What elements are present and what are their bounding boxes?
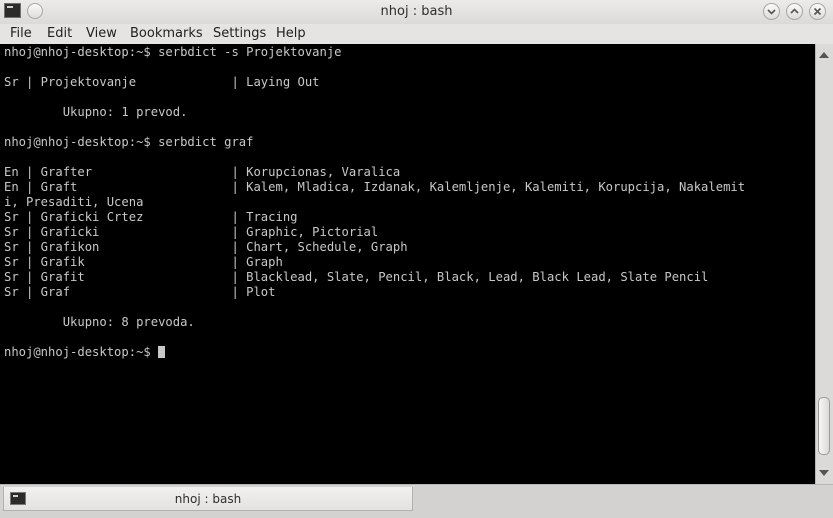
terminal-line: En | Graft | Kalem, Mladica, Izdanak, Ka… bbox=[4, 180, 746, 194]
terminal-line: Ukupno: 8 prevoda. bbox=[4, 315, 195, 329]
menu-settings[interactable]: Settings bbox=[213, 26, 266, 41]
close-icon bbox=[813, 7, 822, 16]
tab-label: nhoj : bash bbox=[174, 492, 242, 506]
menu-file[interactable]: File bbox=[10, 26, 32, 41]
terminal-line: Sr | Graf | Plot bbox=[4, 285, 276, 299]
terminal-line: Sr | Grafikon | Chart, Schedule, Graph bbox=[4, 240, 408, 254]
maximize-button[interactable] bbox=[786, 3, 803, 20]
chevron-down-icon bbox=[767, 9, 776, 15]
close-button[interactable] bbox=[809, 3, 826, 20]
menu-view[interactable]: View bbox=[86, 26, 117, 41]
menu-bookmarks[interactable]: Bookmarks bbox=[130, 26, 203, 41]
terminal-line: nhoj@nhoj-desktop:~$ serbdict graf bbox=[4, 135, 254, 149]
terminal-line: En | Grafter | Korupcionas, Varalica bbox=[4, 165, 401, 179]
terminal-line: Sr | Graficki Crtez | Tracing bbox=[4, 210, 298, 224]
tab-bar: nhoj : bash bbox=[0, 484, 833, 518]
terminal-line: nhoj@nhoj-desktop:~$ serbdict -s Projekt… bbox=[4, 45, 342, 59]
scroll-up-arrow-icon[interactable] bbox=[819, 52, 829, 58]
tab-bash[interactable]: nhoj : bash bbox=[3, 487, 413, 511]
terminal-line: Sr | Grafik | Graph bbox=[4, 255, 283, 269]
vertical-scrollbar[interactable] bbox=[815, 44, 833, 484]
chevron-up-icon bbox=[790, 8, 799, 14]
terminal-line: Sr | Projektovanje | Laying Out bbox=[4, 75, 320, 89]
menu-help[interactable]: Help bbox=[276, 26, 306, 41]
scroll-down-arrow-icon[interactable] bbox=[819, 470, 829, 476]
minimize-button[interactable] bbox=[763, 3, 780, 20]
terminal-window: nhoj : bash File Edit View Bookmarks Set… bbox=[0, 0, 833, 518]
scrollbar-thumb[interactable] bbox=[818, 397, 830, 455]
menu-bar: File Edit View Bookmarks Settings Help bbox=[0, 24, 833, 44]
terminal-line: Ukupno: 1 prevod. bbox=[4, 105, 188, 119]
terminal-line: Sr | Grafit | Blacklead, Slate, Pencil, … bbox=[4, 270, 709, 284]
menu-edit[interactable]: Edit bbox=[47, 26, 72, 41]
terminal-line: i, Presaditi, Ucena bbox=[4, 195, 144, 209]
terminal-output[interactable]: nhoj@nhoj-desktop:~$ serbdict -s Projekt… bbox=[0, 44, 815, 484]
terminal-line: Sr | Graficki | Graphic, Pictorial bbox=[4, 225, 379, 239]
prompt-text: nhoj@nhoj-desktop:~$ bbox=[4, 345, 159, 359]
title-bar[interactable]: nhoj : bash bbox=[0, 0, 833, 24]
prompt-line: nhoj@nhoj-desktop:~$ bbox=[4, 345, 166, 360]
text-cursor bbox=[158, 346, 166, 358]
window-title: nhoj : bash bbox=[380, 4, 453, 19]
